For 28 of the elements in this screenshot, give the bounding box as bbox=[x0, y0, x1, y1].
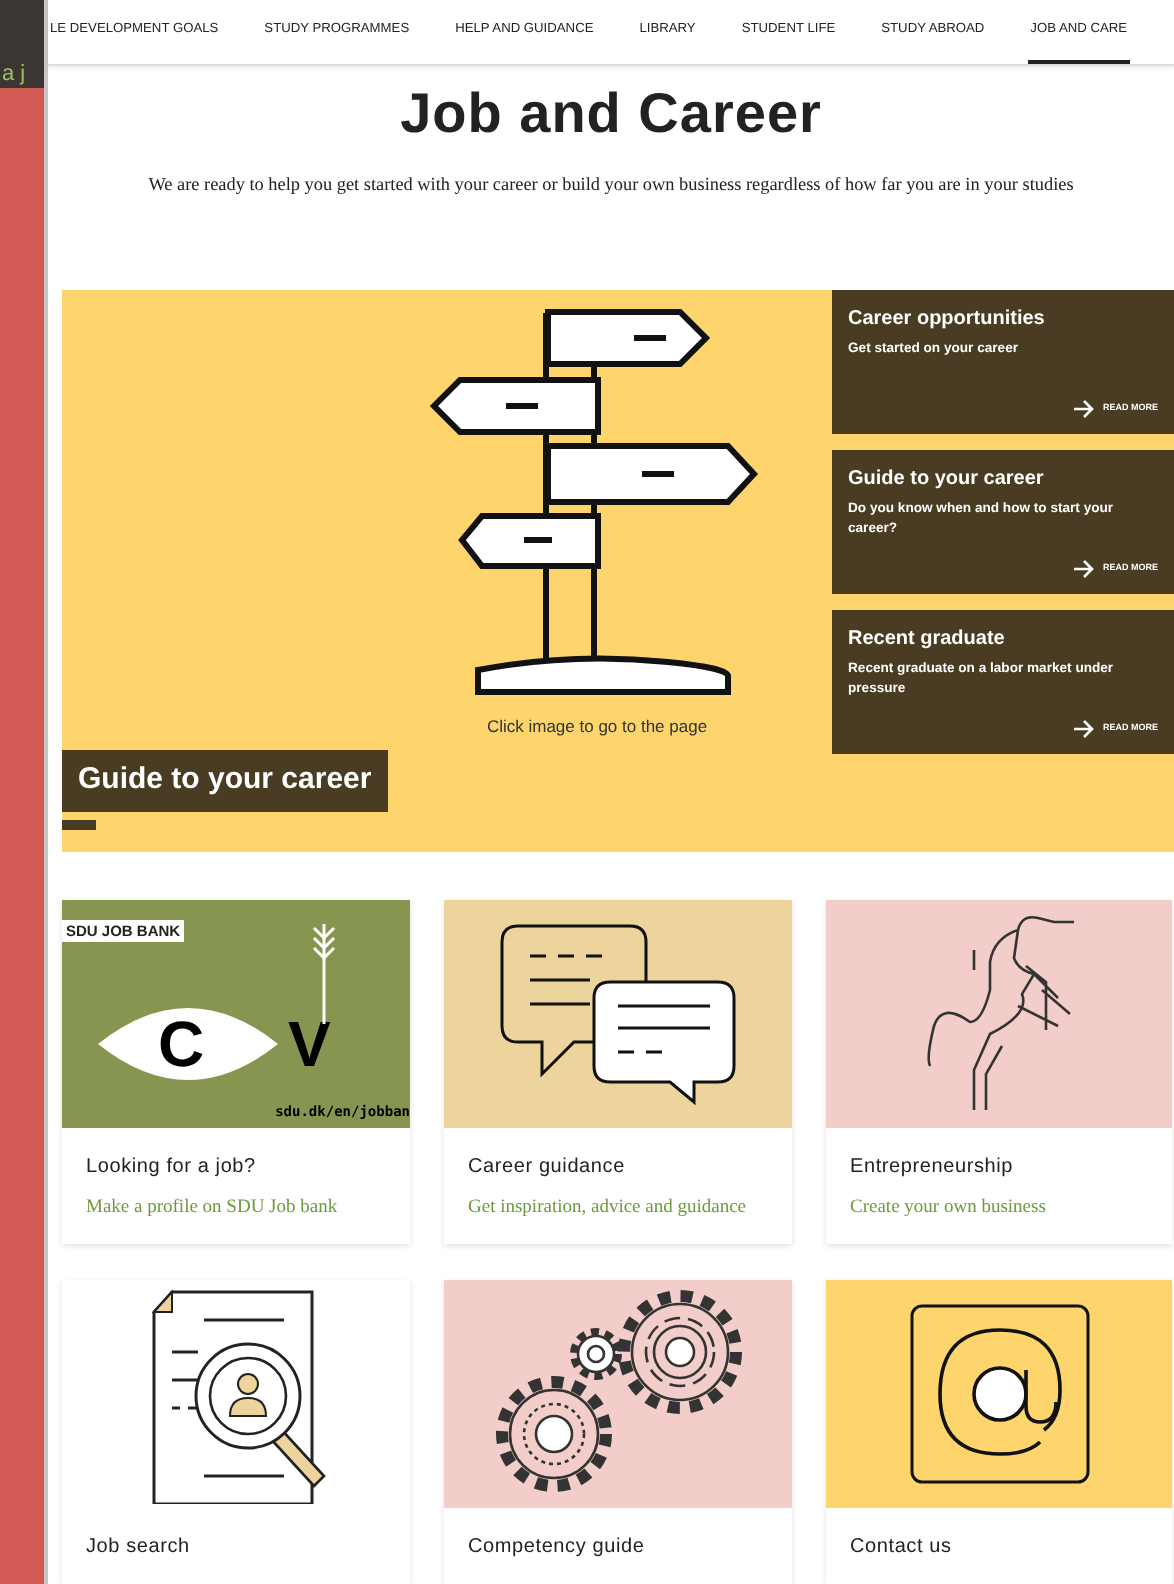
card-title: Contact us bbox=[850, 1534, 954, 1562]
at-sign-icon bbox=[907, 1302, 1091, 1486]
arrow-right-icon bbox=[1074, 400, 1095, 419]
hero-caption: Click image to go to the page bbox=[486, 714, 708, 740]
card-title: Entrepreneurship bbox=[850, 1153, 1016, 1182]
hero-label: Guide to your career bbox=[62, 750, 388, 812]
card-title: Career guidance bbox=[468, 1153, 627, 1182]
arrow-right-icon bbox=[1074, 720, 1095, 739]
arrow-right-icon bbox=[1074, 560, 1095, 579]
hero-image[interactable]: Click image to go to the page Guide to your career bbox=[62, 290, 832, 852]
link-card[interactable]: Contact us bbox=[826, 1280, 1172, 1584]
link-card[interactable]: Career guidance Get inspiration, advice and guidance bbox=[444, 899, 792, 1244]
card-title: Job search bbox=[86, 1534, 192, 1562]
link-card[interactable]: Job search bbox=[62, 1280, 410, 1584]
side-card-title: Career opportunities bbox=[848, 306, 1047, 335]
intro-text: We are ready to help you get started with your career or build your own business regardless of how far you are in your studies bbox=[146, 172, 1076, 199]
side-card-title: Guide to your career bbox=[848, 466, 1046, 495]
cv-letter: C bbox=[158, 1005, 205, 1084]
background-text: a j bbox=[2, 60, 26, 88]
page-title: Job and Career bbox=[398, 82, 824, 147]
link-card[interactable]: Entrepreneurship Create your own business bbox=[826, 899, 1172, 1244]
wheat-icon bbox=[310, 919, 338, 1024]
link-card[interactable]: Competency guide bbox=[444, 1280, 792, 1584]
accent-bar bbox=[62, 820, 96, 831]
card-title: Looking for a job? bbox=[86, 1153, 258, 1182]
cv-letter: V bbox=[288, 1005, 331, 1084]
side-card-title: Recent graduate bbox=[848, 626, 1007, 655]
card-title: Competency guide bbox=[468, 1534, 647, 1562]
